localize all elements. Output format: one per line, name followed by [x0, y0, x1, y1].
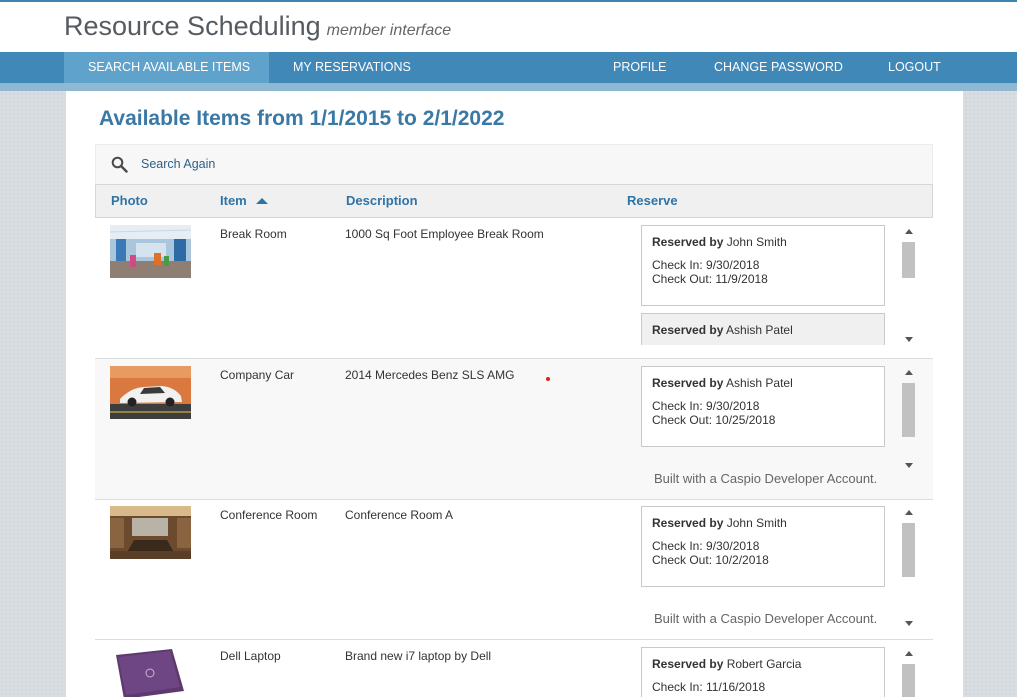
check-in: Check In: 9/30/2018 [652, 258, 760, 272]
nav-underline [0, 83, 1017, 91]
cursor-dot [546, 377, 550, 381]
scroll-up-icon[interactable] [905, 510, 913, 515]
item-description: Conference Room A [345, 508, 454, 522]
reservations-frame: Reserved by John Smith Check In: 9/30/20… [641, 506, 886, 626]
page-title: Available Items from 1/1/2015 to 2/1/202… [99, 107, 505, 130]
reserved-by-label: Reserved by [652, 516, 724, 530]
scroll-down-icon[interactable] [905, 621, 913, 626]
item-description: 1000 Sq Foot Employee Break Room [345, 227, 544, 241]
nav-search-available-items[interactable]: SEARCH AVAILABLE ITEMS [64, 52, 269, 83]
app-title-text: Resource Scheduling [64, 11, 321, 41]
search-bar: Search Again [95, 144, 933, 184]
reservations-frame: Reserved by Ashish Patel Check In: 9/30/… [641, 366, 886, 486]
sort-ascending-icon[interactable] [256, 198, 268, 204]
reservations-scrollbar[interactable] [901, 225, 917, 345]
table-row: Break Room 1000 Sq Foot Employee Break R… [95, 218, 933, 359]
main-nav: SEARCH AVAILABLE ITEMS MY RESERVATIONS P… [0, 52, 1017, 83]
scroll-thumb[interactable] [902, 383, 915, 437]
scroll-down-icon[interactable] [905, 463, 913, 468]
conference-room-photo [110, 506, 191, 559]
nav-my-reservations[interactable]: MY RESERVATIONS [293, 52, 411, 83]
scroll-thumb[interactable] [902, 664, 915, 697]
table-row: Conference Room Conference Room A Reserv… [95, 499, 933, 640]
caspio-credit[interactable]: Built with a Caspio Developer Account. [654, 471, 877, 486]
scroll-down-icon[interactable] [905, 337, 913, 342]
dell-laptop-photo [110, 647, 191, 697]
reserved-by-label: Reserved by [652, 323, 724, 337]
table-row: Company Car 2014 Mercedes Benz SLS AMG R… [95, 359, 933, 500]
reserved-by-label: Reserved by [652, 235, 724, 249]
scroll-up-icon[interactable] [905, 370, 913, 375]
reservations-scrollbar[interactable] [901, 647, 917, 697]
scroll-thumb[interactable] [902, 523, 915, 577]
reserved-by-name: John Smith [726, 516, 787, 530]
column-header-description[interactable]: Description [346, 193, 418, 208]
column-header-photo[interactable]: Photo [111, 193, 148, 208]
check-out: Check Out: 10/2/2018 [652, 553, 769, 567]
item-name: Break Room [220, 227, 287, 241]
scroll-up-icon[interactable] [905, 651, 913, 656]
item-description: 2014 Mercedes Benz SLS AMG [345, 368, 515, 382]
reserved-by-name: Robert Garcia [726, 657, 802, 671]
table-header: Photo Item Description Reserve [95, 184, 933, 218]
caspio-credit[interactable]: Built with a Caspio Developer Account. [654, 611, 877, 626]
check-in: Check In: 9/30/2018 [652, 399, 760, 413]
company-car-photo [110, 366, 191, 419]
reservations-scrollbar[interactable] [901, 506, 917, 626]
nav-profile[interactable]: PROFILE [613, 52, 667, 83]
reservations-frame: Reserved by John Smith Check In: 9/30/20… [641, 225, 886, 345]
nav-logout[interactable]: LOGOUT [888, 52, 941, 83]
item-name: Dell Laptop [220, 649, 281, 663]
app-header: Resource Scheduling member interface [0, 2, 1017, 52]
column-header-reserve[interactable]: Reserve [627, 193, 678, 208]
nav-change-password[interactable]: CHANGE PASSWORD [714, 52, 843, 83]
check-in: Check In: 11/16/2018 [652, 680, 766, 694]
item-description: Brand new i7 laptop by Dell [345, 649, 492, 663]
reserved-by-name: John Smith [726, 235, 787, 249]
reservation-card: Reserved by Robert Garcia Check In: 11/1… [641, 647, 885, 697]
reservation-card: Reserved by John Smith Check In: 9/30/20… [641, 506, 885, 587]
reservations-scrollbar[interactable] [901, 366, 917, 486]
item-name: Company Car [220, 368, 295, 382]
check-in: Check In: 9/30/2018 [652, 539, 760, 553]
reserved-by-label: Reserved by [652, 376, 724, 390]
reserved-by-label: Reserved by [652, 657, 724, 671]
reservation-card: Reserved by Ashish Patel [641, 313, 885, 345]
reserved-by-name: Ashish Patel [726, 376, 793, 390]
scroll-thumb[interactable] [902, 242, 915, 278]
search-again-link[interactable]: Search Again [141, 157, 215, 171]
check-out: Check Out: 10/25/2018 [652, 413, 776, 427]
reservations-frame: Reserved by Robert Garcia Check In: 11/1… [641, 647, 886, 697]
break-room-photo [110, 225, 191, 278]
column-header-item[interactable]: Item [220, 193, 247, 208]
search-icon[interactable] [111, 156, 128, 173]
reserved-by-name: Ashish Patel [726, 323, 793, 337]
reservation-card: Reserved by John Smith Check In: 9/30/20… [641, 225, 885, 306]
check-out: Check Out: 11/9/2018 [652, 272, 768, 286]
app-title: Resource Scheduling member interface [64, 11, 451, 42]
table-row: Dell Laptop Brand new i7 laptop by Dell … [95, 640, 933, 697]
item-name: Conference Room [220, 508, 318, 522]
scroll-up-icon[interactable] [905, 229, 913, 234]
app-subtitle: member interface [326, 22, 452, 39]
reservation-card: Reserved by Ashish Patel Check In: 9/30/… [641, 366, 885, 447]
